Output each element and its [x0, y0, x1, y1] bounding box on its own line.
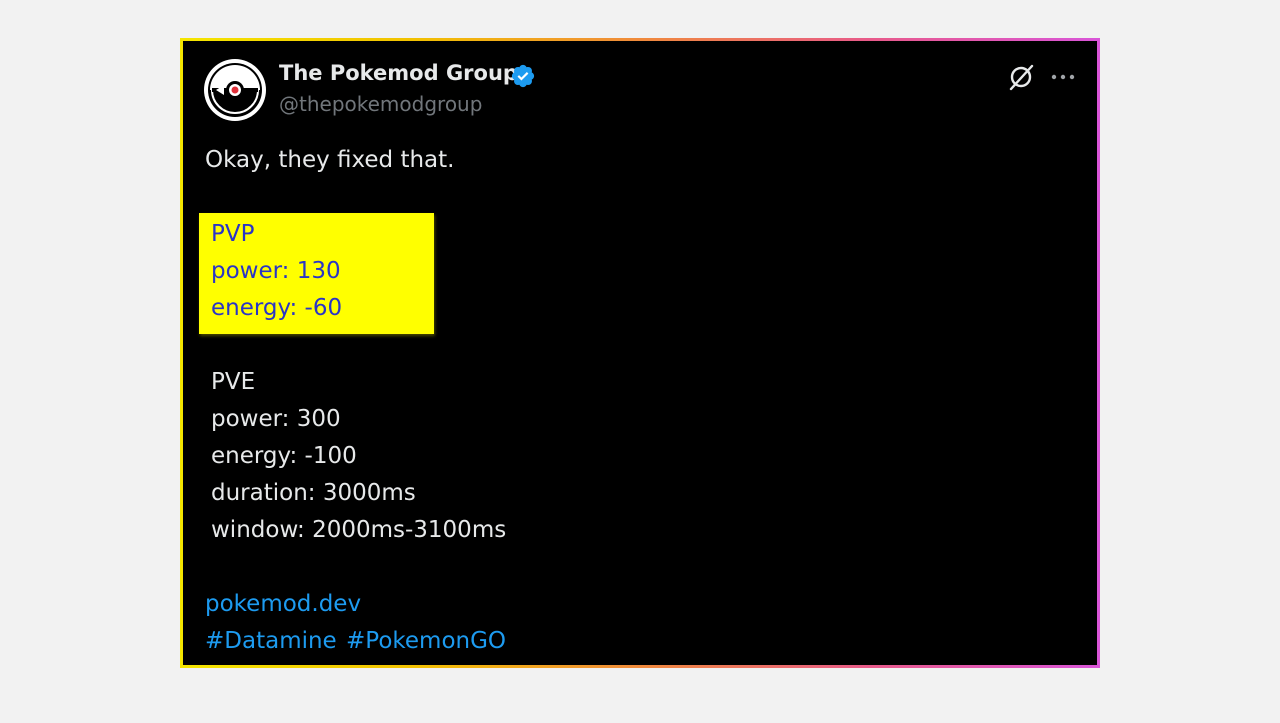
tweet-frame: The Pokemod Group @thepokemodgroup Okay,…	[180, 38, 1100, 668]
author-handle[interactable]: @thepokemodgroup	[279, 92, 482, 116]
pvp-energy: energy: -60	[211, 295, 343, 321]
pve-window: window: 2000ms-3100ms	[211, 517, 507, 543]
avatar[interactable]	[204, 59, 266, 121]
verified-badge-icon	[511, 64, 535, 88]
pve-power: power: 300	[211, 406, 341, 432]
tweet-card: The Pokemod Group @thepokemodgroup Okay,…	[183, 41, 1097, 665]
hashtag-pokemongo[interactable]: #PokemonGO	[346, 626, 506, 656]
pvp-power: power: 130	[211, 258, 341, 284]
tweet-intro-text: Okay, they fixed that.	[205, 147, 455, 173]
more-horizontal-icon[interactable]	[1049, 65, 1077, 89]
pokeball-logo-icon	[205, 60, 265, 120]
grok-icon[interactable]	[1007, 63, 1035, 91]
pve-duration: duration: 3000ms	[211, 480, 416, 506]
tweet-link[interactable]: pokemod.dev	[205, 589, 361, 619]
hashtag-datamine[interactable]: #Datamine	[205, 626, 337, 656]
pvp-highlight-box: PVP power: 130 energy: -60	[199, 213, 434, 334]
pve-heading: PVE	[211, 369, 256, 395]
pvp-heading: PVP	[211, 221, 255, 247]
author-name[interactable]: The Pokemod Group	[279, 61, 518, 85]
pve-energy: energy: -100	[211, 443, 357, 469]
